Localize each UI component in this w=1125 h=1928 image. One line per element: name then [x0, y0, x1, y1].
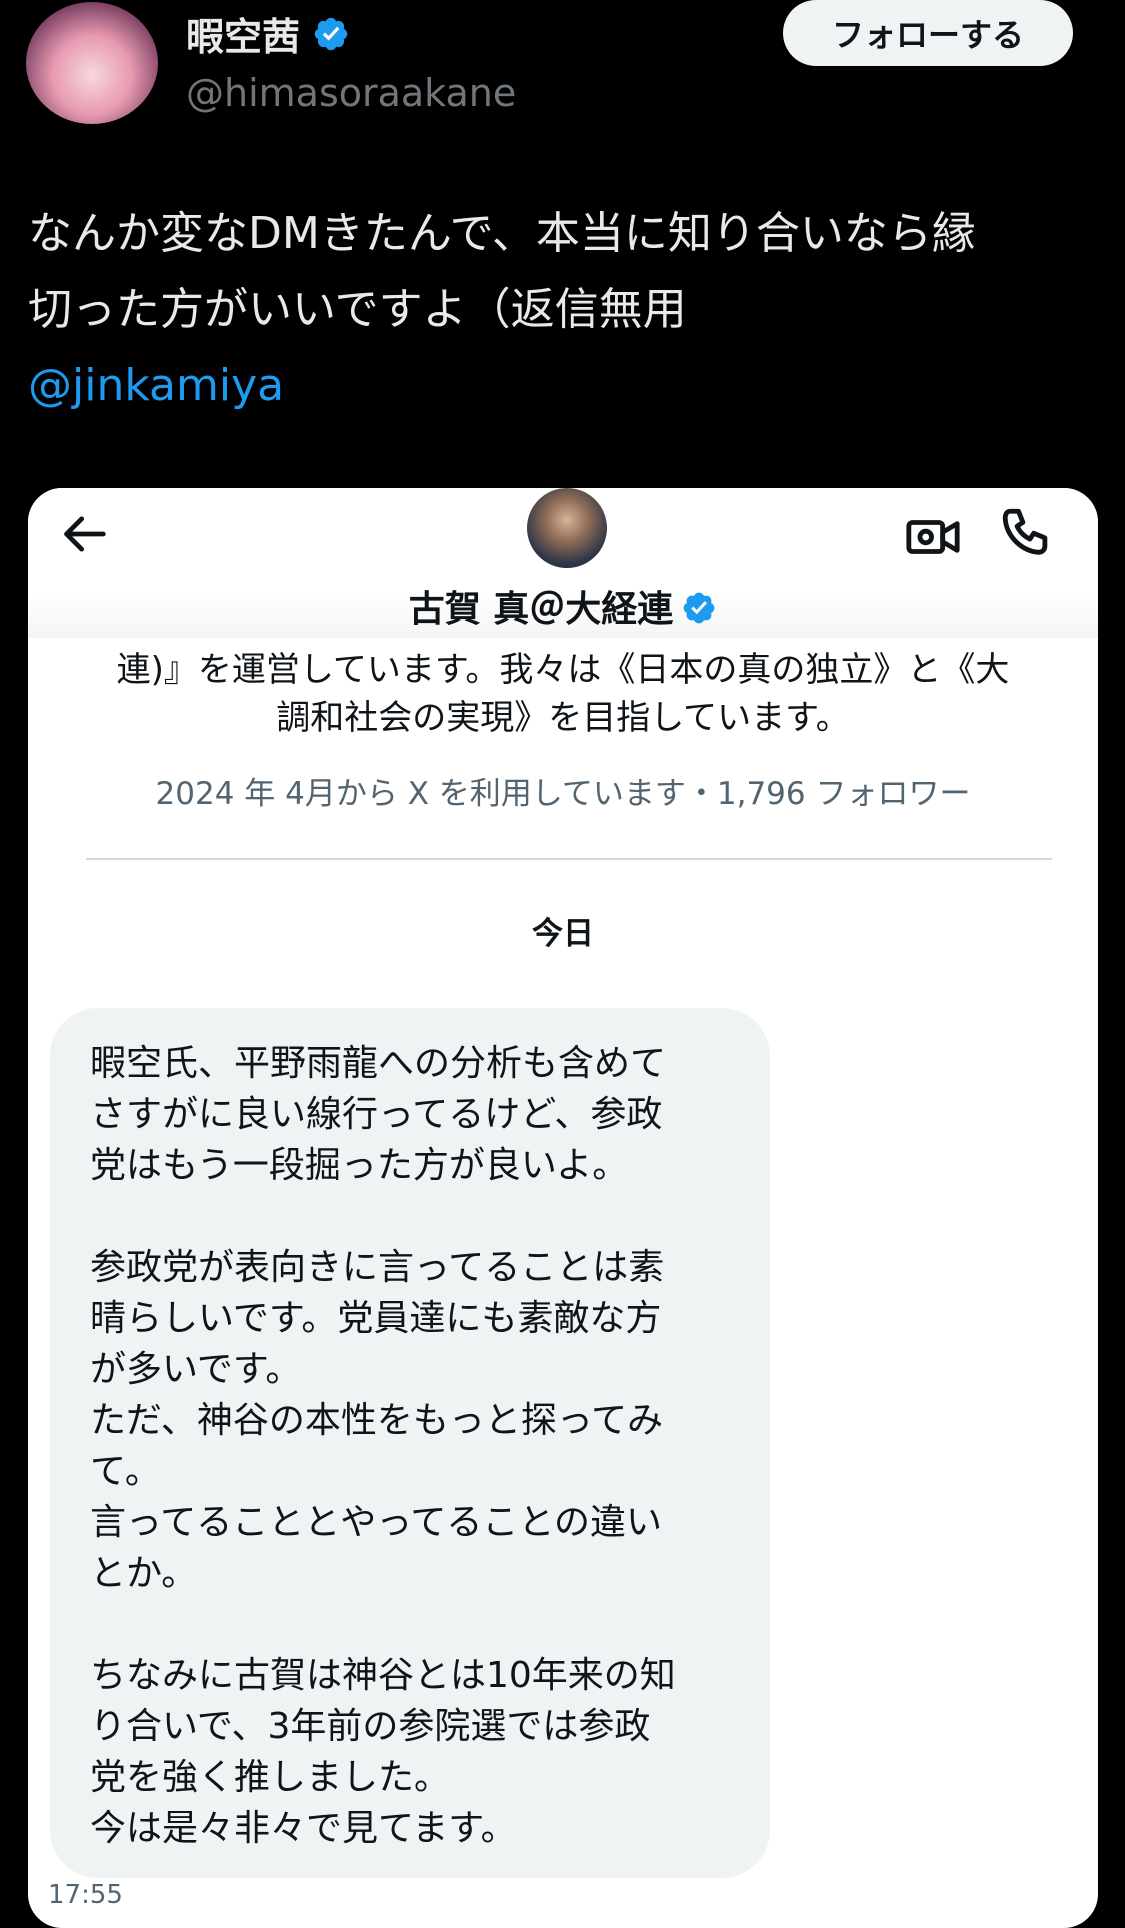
message-line: て。	[90, 1451, 161, 1492]
message-line: 党を強く推しました。	[90, 1757, 451, 1798]
mention-link[interactable]: @jinkamiya	[28, 348, 1088, 424]
message-text: 暇空氏、平野雨龍への分析も含めて さすがに良い線行ってるけど、参政 党はもう一段…	[90, 1038, 750, 1854]
tweet-text: なんか変なDMきたんで、本当に知り合いなら縁 切った方がいいですよ（返信無用 @…	[28, 196, 1088, 424]
contact-bio: 連)』を運営しています。我々は《日本の真の独立》と《大 調和社会の実現》を目指し…	[68, 646, 1058, 742]
message-line: 党はもう一段掘った方が良いよ。	[90, 1145, 629, 1186]
message-line: 晴らしいです。党員達にも素敵な方	[90, 1298, 662, 1339]
display-name[interactable]: 暇空茜	[186, 6, 300, 61]
attached-image[interactable]: 古賀 真＠大経連 連)』を運営しています。我々は《日本の真の独立》と《大 調和社…	[28, 488, 1098, 1928]
user-avatar[interactable]	[26, 2, 158, 124]
contact-name: 古賀 真＠大経連	[408, 589, 674, 630]
user-handle[interactable]: @himasoraakane	[186, 71, 516, 115]
video-call-icon	[906, 520, 960, 554]
message-timestamp: 17:55	[48, 1880, 123, 1910]
message-line: 今は是々非々で見てます。	[90, 1808, 517, 1849]
verified-badge-icon	[314, 17, 348, 50]
contact-meta: 2024 年 4月から X を利用しています・1,796 フォロワー	[155, 776, 971, 812]
message-line	[90, 1599, 750, 1650]
bio-line: 調和社会の実現》を目指しています。	[276, 698, 850, 738]
dm-header: 古賀 真＠大経連	[28, 488, 1098, 638]
contact-avatar	[527, 488, 607, 568]
message-line: が多いです。	[90, 1349, 302, 1390]
message-line: ちなみに古賀は神谷とは10年来の知	[90, 1655, 676, 1696]
phone-call-icon	[1002, 508, 1048, 555]
message-line: り合いで、3年前の参院選では参政	[90, 1706, 651, 1747]
message-line: 暇空氏、平野雨龍への分析も含めて	[90, 1043, 667, 1084]
display-name-row: 暇空茜	[186, 6, 516, 61]
contact-name-row: 古賀 真＠大経連	[28, 580, 1098, 632]
message-line: ただ、神谷の本性をもっと探ってみ	[90, 1400, 664, 1441]
message-line: とか。	[90, 1553, 198, 1594]
message-line: 言ってることとやってることの違い	[90, 1502, 663, 1543]
date-separator: 今日	[532, 916, 594, 952]
tweet-text-line: 切った方がいいですよ（返信無用	[28, 284, 687, 335]
message-bubble: 暇空氏、平野雨龍への分析も含めて さすがに良い線行ってるけど、参政 党はもう一段…	[50, 1008, 770, 1878]
divider	[86, 858, 1052, 860]
verified-badge-icon	[683, 592, 715, 624]
message-line: さすがに良い線行ってるけど、参政	[90, 1094, 663, 1135]
tweet-text-line: なんか変なDMきたんで、本当に知り合いなら縁	[28, 208, 976, 259]
bio-line: 連)』を運営しています。我々は《日本の真の独立》と《大	[116, 650, 1010, 690]
user-info: 暇空茜 @himasoraakane	[186, 6, 516, 115]
follow-button[interactable]: フォローする	[783, 0, 1073, 66]
message-line: 参政党が表向きに言ってることは素	[90, 1247, 665, 1288]
back-arrow-icon	[64, 516, 106, 552]
message-line	[90, 1191, 750, 1242]
